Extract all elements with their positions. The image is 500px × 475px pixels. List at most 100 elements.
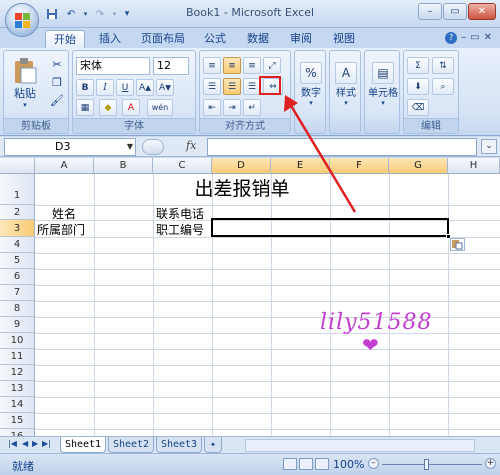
tab-insert[interactable]: 插入 — [92, 30, 128, 48]
next-sheet-icon[interactable]: ▶ — [32, 439, 38, 448]
paste-button[interactable]: 粘贴 ▾ — [7, 54, 43, 112]
prev-sheet-icon[interactable]: ◀ — [22, 439, 28, 448]
format-painter-icon[interactable]: 🖌 — [48, 92, 66, 108]
tab-review[interactable]: 审阅 — [283, 30, 319, 48]
office-button[interactable] — [5, 3, 39, 37]
ribbon-restore-icon[interactable]: ▭ — [470, 32, 479, 44]
page-break-view-icon[interactable] — [315, 458, 329, 470]
column-header[interactable]: F — [330, 158, 389, 174]
font-name-select[interactable]: 宋体 — [76, 57, 150, 75]
cell-c2[interactable]: 联系电话 — [156, 205, 204, 222]
cells-button[interactable]: ▤ 单元格 ▾ — [367, 55, 399, 113]
column-header[interactable]: B — [94, 158, 153, 174]
font-size-select[interactable]: 12 — [153, 57, 189, 75]
align-left-icon[interactable]: ☰ — [203, 78, 221, 95]
increase-font-icon[interactable]: A ▲ — [136, 79, 154, 96]
row-header[interactable]: 4 — [0, 237, 35, 253]
tab-home[interactable]: 开始 — [45, 30, 85, 48]
align-center-icon[interactable]: ☰ — [223, 78, 241, 95]
cell-a3[interactable]: 所属部门 — [37, 221, 85, 238]
align-bottom-icon[interactable]: ≡ — [243, 57, 261, 74]
italic-button[interactable]: I — [96, 79, 114, 96]
minimize-button[interactable]: – — [418, 3, 442, 20]
normal-view-icon[interactable] — [283, 458, 297, 470]
formula-input[interactable] — [207, 138, 477, 156]
column-header[interactable]: E — [271, 158, 330, 174]
styles-button[interactable]: A 样式 ▾ — [333, 55, 359, 113]
row-header[interactable]: 6 — [0, 269, 35, 285]
row-header[interactable]: 14 — [0, 397, 35, 413]
last-sheet-icon[interactable]: ▶| — [42, 439, 51, 448]
tab-formulas[interactable]: 公式 — [197, 30, 233, 48]
cut-icon[interactable]: ✂ — [48, 56, 66, 72]
cell-a2[interactable]: 姓名 — [52, 205, 76, 222]
borders-icon[interactable]: ▦ — [76, 99, 94, 116]
worksheet-grid[interactable]: A B C D E F G H 1 2 3 4 5 6 7 8 9 10 11 … — [0, 158, 500, 436]
row-header[interactable]: 7 — [0, 285, 35, 301]
row-header[interactable]: 8 — [0, 301, 35, 317]
decrease-indent-icon[interactable]: ⇤ — [203, 99, 221, 116]
insert-function-button[interactable]: fx — [186, 139, 196, 152]
column-header[interactable]: D — [212, 158, 271, 174]
undo-icon[interactable]: ↶ — [63, 7, 79, 22]
column-header[interactable]: H — [448, 158, 500, 174]
copy-icon[interactable]: ❐ — [48, 74, 66, 90]
customize-qat-icon[interactable]: ▾ — [121, 7, 133, 22]
increase-indent-icon[interactable]: ⇥ — [223, 99, 241, 116]
page-layout-view-icon[interactable] — [299, 458, 313, 470]
wrap-text-icon[interactable]: ↵ — [243, 99, 261, 116]
row-header[interactable]: 5 — [0, 253, 35, 269]
zoom-in-icon[interactable]: + — [485, 458, 496, 469]
cell-c3[interactable]: 职工编号 — [156, 221, 204, 238]
row-header[interactable]: 3 — [0, 220, 35, 237]
tab-view[interactable]: 视图 — [326, 30, 362, 48]
horizontal-scrollbar[interactable] — [245, 439, 475, 452]
ribbon-minimize-icon[interactable]: – — [461, 32, 466, 44]
row-header[interactable]: 9 — [0, 317, 35, 333]
redo-icon[interactable]: ↷ — [92, 7, 108, 22]
clear-icon[interactable]: ⌫ — [407, 99, 429, 116]
formula-controls-icon[interactable] — [142, 139, 164, 155]
row-header[interactable]: 2 — [0, 205, 35, 220]
zoom-out-icon[interactable]: – — [368, 458, 379, 469]
chevron-down-icon[interactable]: ▾ — [111, 7, 118, 22]
sort-filter-icon[interactable]: ⇅ — [432, 57, 454, 74]
find-icon[interactable]: ⌕ — [432, 78, 454, 95]
phonetic-button[interactable]: wén — [147, 99, 173, 116]
align-top-icon[interactable]: ≡ — [203, 57, 221, 74]
decrease-font-icon[interactable]: A ▼ — [156, 79, 174, 96]
sheet-tab[interactable]: Sheet1 — [60, 437, 106, 453]
close-button[interactable]: ✕ — [468, 3, 496, 20]
name-box[interactable]: D3 ▼ — [4, 138, 136, 156]
selected-range[interactable] — [211, 218, 451, 239]
row-header[interactable]: 15 — [0, 413, 35, 429]
ribbon-close-icon[interactable]: ✕ — [484, 32, 492, 44]
underline-button[interactable]: U — [116, 79, 134, 96]
select-all-button[interactable] — [0, 158, 35, 174]
chevron-down-icon[interactable]: ▾ — [82, 7, 89, 22]
column-header[interactable]: G — [389, 158, 448, 174]
save-icon[interactable] — [44, 7, 60, 22]
align-middle-icon[interactable]: ≡ — [223, 57, 241, 74]
insert-sheet-icon[interactable]: ✦ — [204, 437, 222, 453]
zoom-level[interactable]: 100% — [333, 458, 364, 471]
row-header[interactable]: 12 — [0, 365, 35, 381]
help-icon[interactable]: ? — [445, 32, 458, 44]
sheet-tab[interactable]: Sheet2 — [108, 437, 154, 453]
zoom-slider[interactable] — [382, 464, 482, 465]
font-color-icon[interactable]: A — [122, 99, 140, 116]
autosum-button[interactable]: Σ — [407, 57, 429, 74]
tab-data[interactable]: 数据 — [240, 30, 276, 48]
row-header[interactable]: 11 — [0, 349, 35, 365]
row-header[interactable]: 16 — [0, 429, 35, 436]
column-header[interactable]: C — [153, 158, 212, 174]
sheet-tab[interactable]: Sheet3 — [156, 437, 202, 453]
chevron-down-icon[interactable]: ▼ — [127, 139, 133, 155]
first-sheet-icon[interactable]: |◀ — [8, 439, 17, 448]
column-header[interactable]: A — [35, 158, 94, 174]
row-header[interactable]: 1 — [0, 174, 35, 205]
orientation-icon[interactable]: ⤢ — [263, 57, 281, 74]
paste-options-icon[interactable] — [450, 238, 465, 251]
fill-color-icon[interactable]: ◆ — [99, 99, 117, 116]
zoom-slider-thumb[interactable] — [424, 459, 429, 470]
